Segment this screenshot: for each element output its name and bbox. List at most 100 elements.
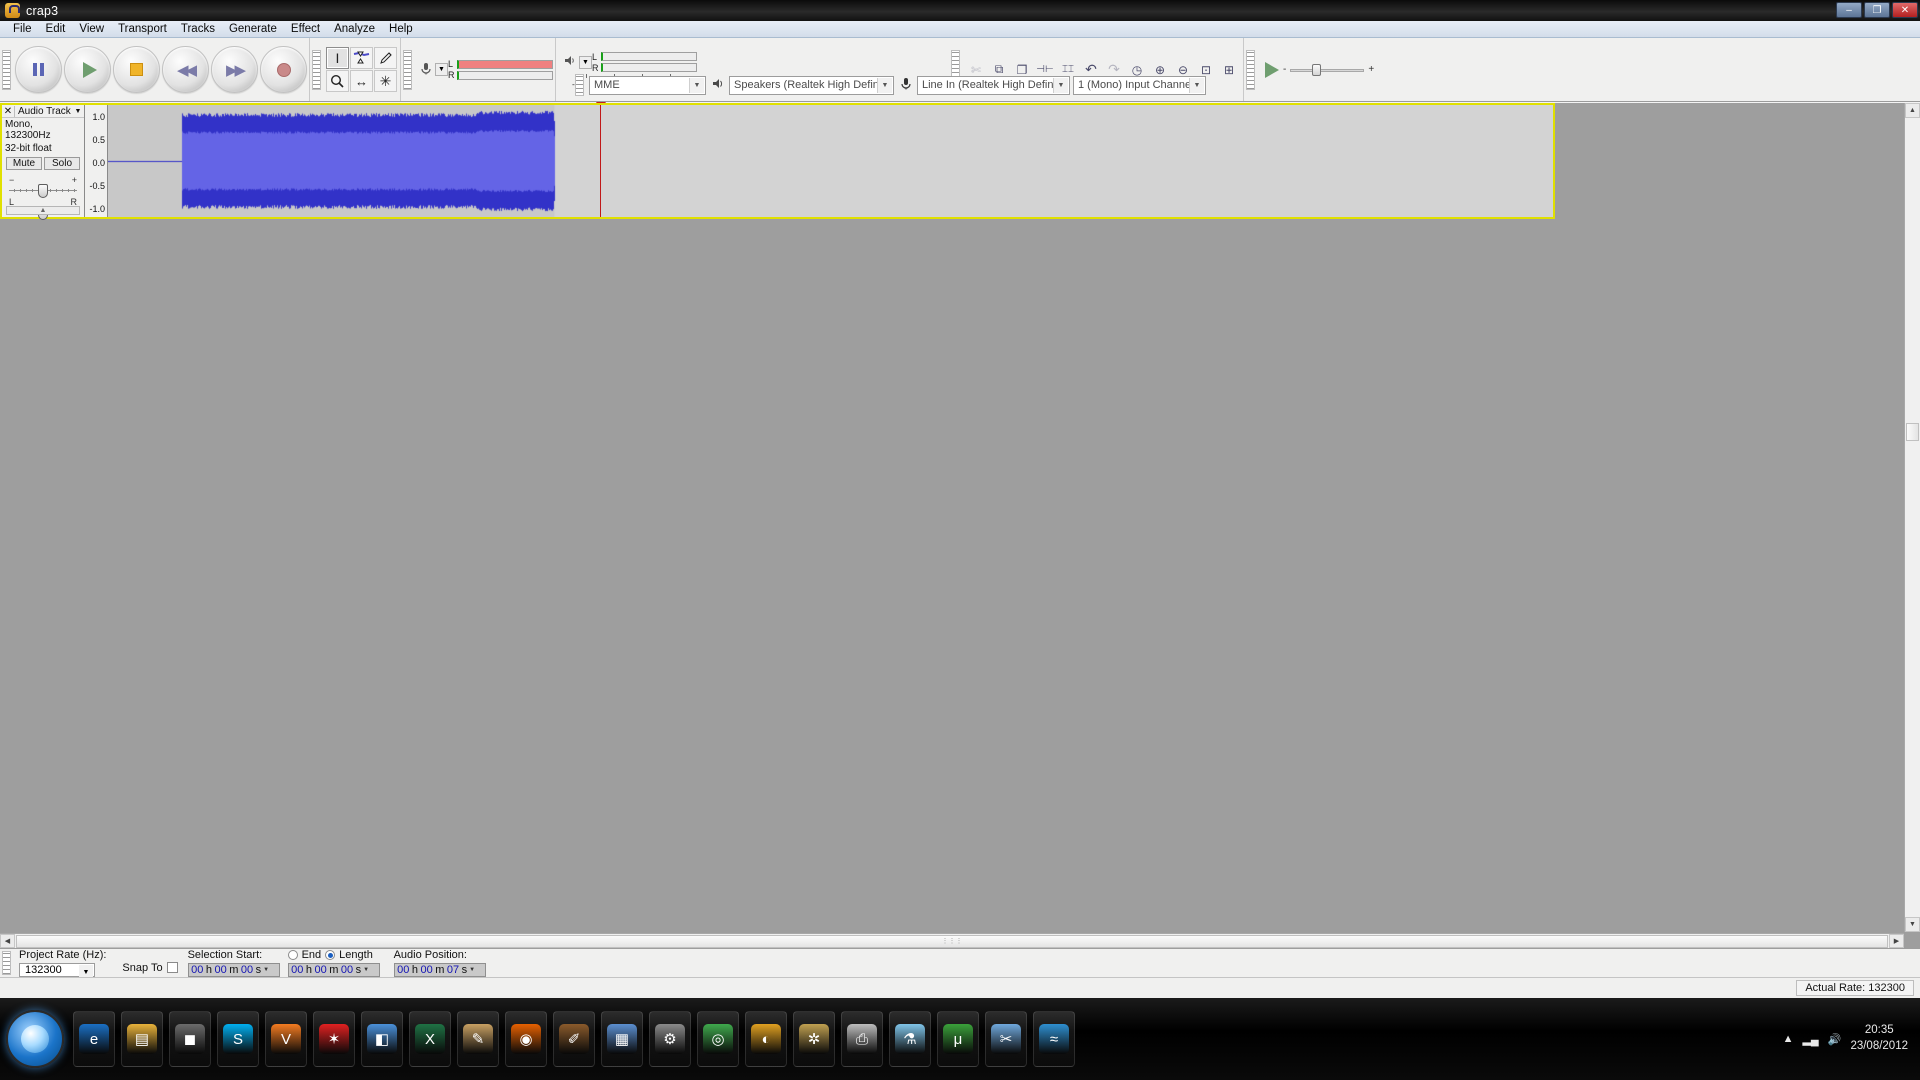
selection-toolbar-grip[interactable] [2,951,11,975]
track-name[interactable]: Audio Track [15,106,72,117]
track-area[interactable]: ✕ Audio Track ▼ Mono, 132300Hz 32-bit fl… [0,103,1920,932]
track-gain-slider[interactable]: − + [9,175,77,195]
horizontal-scrollbar[interactable]: ◀ ⋮⋮⋮ ▶ [0,933,1904,948]
taskbar-media[interactable]: ◼ [169,1011,211,1067]
menu-file[interactable]: File [6,22,39,36]
play-at-speed-button[interactable] [1265,62,1279,78]
taskbar-utorrent[interactable]: μ [937,1011,979,1067]
scroll-up-arrow[interactable]: ▲ [1905,103,1920,118]
audio-track[interactable]: ✕ Audio Track ▼ Mono, 132300Hz 32-bit fl… [0,103,1555,219]
close-button[interactable]: ✕ [1892,2,1918,18]
taskbar-internet-explorer[interactable]: e [73,1011,115,1067]
taskbar-firefox[interactable]: ◉ [505,1011,547,1067]
taskbar-settings[interactable]: ⚙ [649,1011,691,1067]
taskbar-paint[interactable]: ✎ [457,1011,499,1067]
recording-meter-dropdown[interactable]: ▼ [435,63,448,76]
chevron-down-icon[interactable]: ▼ [468,967,476,973]
taskbar-excel[interactable]: X [409,1011,451,1067]
taskbar-calculator[interactable]: ▦ [601,1011,643,1067]
chevron-down-icon[interactable]: ▼ [877,78,892,93]
record-button[interactable] [260,46,307,93]
zoom-tool[interactable] [326,70,349,92]
tools-toolbar-grip[interactable] [312,50,321,90]
chevron-up-icon[interactable]: ▲ [1783,1033,1794,1045]
track-close-button[interactable]: ✕ [2,106,15,117]
track-resize-handle[interactable]: ▲ [6,206,80,215]
menu-transport[interactable]: Transport [111,22,174,36]
play-speed-grip[interactable] [1246,50,1255,90]
play-speed-slider[interactable] [1290,63,1364,77]
waveform-display[interactable] [108,105,1553,217]
end-radio[interactable] [288,950,298,960]
length-radio[interactable] [325,950,335,960]
timeshift-tool[interactable]: ↔ [350,70,373,92]
multi-tool[interactable]: ✳ [374,70,397,92]
waveform-canvas[interactable] [108,105,1553,217]
selection-start-field[interactable]: 00 h 00 m 00 s ▼ [188,963,280,977]
taskbar-app-blue[interactable]: ≈ [1033,1011,1075,1067]
skip-to-end-button[interactable]: ▶▶ [211,46,258,93]
output-device-select[interactable]: Speakers (Realtek High Definiti ▼ [729,76,894,95]
play-speed-thumb[interactable] [1312,64,1321,76]
minimize-button[interactable]: – [1836,2,1862,18]
scroll-left-arrow[interactable]: ◀ [0,934,15,948]
menu-edit[interactable]: Edit [39,22,73,36]
taskbar-science[interactable]: ⚗ [889,1011,931,1067]
track-mute-button[interactable]: Mute [6,157,42,170]
vertical-ruler[interactable]: 1.00.50.0-0.5-1.0 [85,105,108,217]
fit-project-button[interactable]: ⊞ [1218,59,1240,81]
scroll-down-arrow[interactable]: ▼ [1905,917,1920,932]
maximize-button[interactable]: ❐ [1864,2,1890,18]
taskbar-avast[interactable]: V [265,1011,307,1067]
stop-button[interactable] [113,46,160,93]
menu-analyze[interactable]: Analyze [327,22,382,36]
taskbar-printer[interactable]: ⎙ [841,1011,883,1067]
taskbar-star-app[interactable]: ✶ [313,1011,355,1067]
pause-button[interactable] [15,46,62,93]
snap-to-checkbox[interactable] [167,962,178,973]
envelope-tool[interactable] [350,47,373,69]
input-device-select[interactable]: Line In (Realtek High Definitio ▼ [917,76,1070,95]
gain-slider-thumb[interactable] [38,184,48,198]
input-channels-select[interactable]: 1 (Mono) Input Channel ▼ [1073,76,1206,95]
start-button[interactable] [6,1010,64,1068]
menu-generate[interactable]: Generate [222,22,284,36]
play-button[interactable] [64,46,111,93]
network-icon[interactable]: ▂▄ [1802,1033,1818,1046]
scroll-right-arrow[interactable]: ▶ [1889,934,1904,948]
selection-tool[interactable]: I [326,47,349,69]
audio-host-select[interactable]: MME ▼ [589,76,706,95]
menu-view[interactable]: View [72,22,111,36]
taskbar-chrome[interactable]: ◎ [697,1011,739,1067]
project-rate-select[interactable]: 132300 ▼ [19,963,95,977]
taskbar-skype[interactable]: S [217,1011,259,1067]
track-solo-button[interactable]: Solo [44,157,80,170]
transport-toolbar-grip[interactable] [2,50,11,90]
horizontal-scroll-thumb[interactable]: ⋮⋮⋮ [16,935,1888,948]
chevron-down-icon[interactable]: ▼ [1053,78,1068,93]
selection-length-field[interactable]: 00 h 00 m 00 s ▼ [288,963,380,977]
recording-meter-grip[interactable] [403,50,412,90]
chevron-down-icon[interactable]: ▼ [689,78,704,93]
draw-tool[interactable] [374,47,397,69]
volume-icon[interactable]: 🔊 [1828,1033,1842,1046]
track-control-panel[interactable]: ✕ Audio Track ▼ Mono, 132300Hz 32-bit fl… [2,105,85,217]
taskbar-tool2[interactable]: ✂ [985,1011,1027,1067]
menu-tracks[interactable]: Tracks [174,22,222,36]
audio-position-field[interactable]: 00 h 00 m 07 s ▼ [394,963,486,977]
chevron-down-icon[interactable]: ▼ [362,967,370,973]
menu-effect[interactable]: Effect [284,22,327,36]
recording-meter[interactable]: ▼ L R [414,56,555,84]
taskbar-audacity[interactable]: ◐ [745,1011,787,1067]
device-toolbar-grip[interactable] [575,74,584,96]
taskbar-explorer[interactable]: ▤ [121,1011,163,1067]
menu-help[interactable]: Help [382,22,420,36]
vertical-scroll-thumb[interactable] [1906,423,1919,441]
chevron-down-icon[interactable]: ▼ [72,108,84,115]
taskbar-clock[interactable]: 20:35 23/08/2012 [1850,1023,1908,1054]
vertical-scrollbar[interactable]: ▲ ▼ [1904,103,1920,932]
taskbar-editor[interactable]: ✐ [553,1011,595,1067]
skip-to-start-button[interactable]: ◀◀ [162,46,209,93]
taskbar-notes[interactable]: ◧ [361,1011,403,1067]
chevron-down-icon[interactable]: ▼ [1189,78,1204,93]
